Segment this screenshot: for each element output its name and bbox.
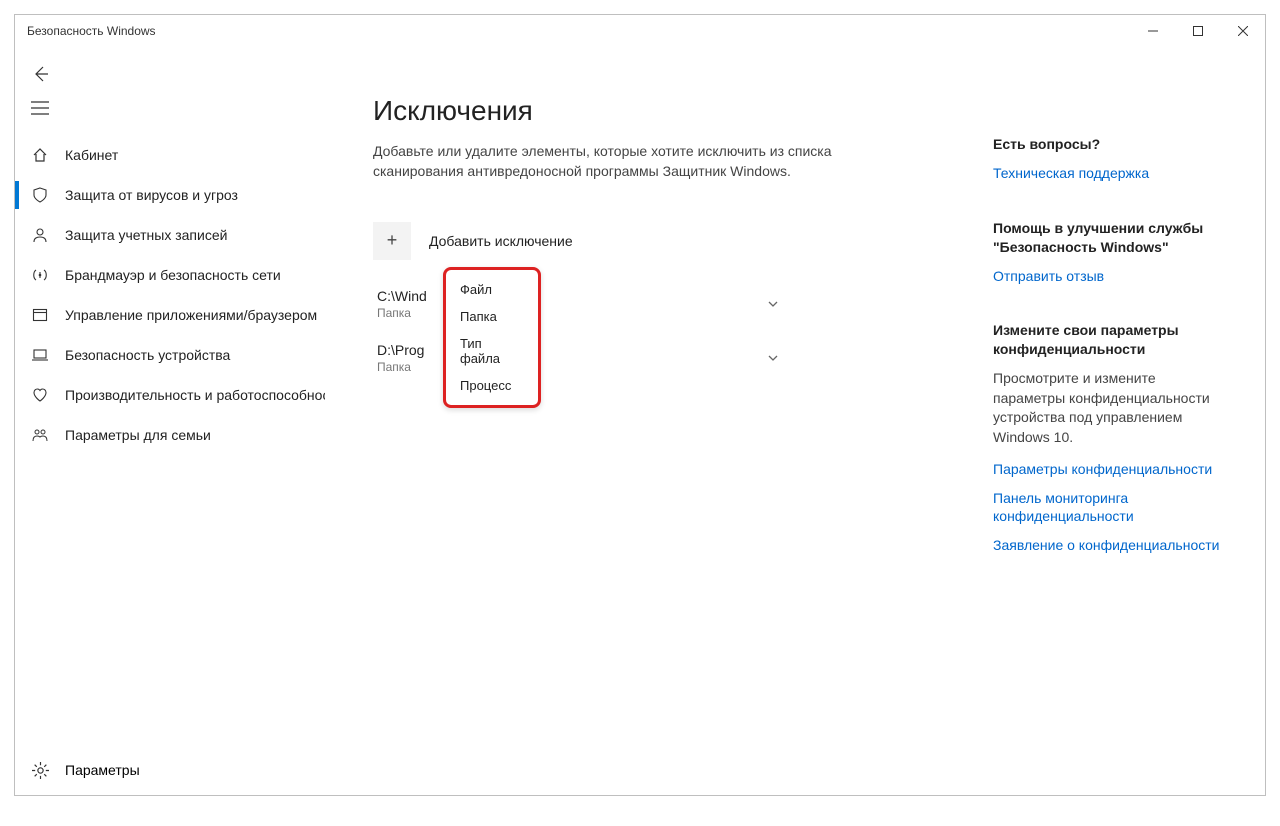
chevron-down-icon bbox=[767, 298, 779, 310]
content: Исключения Добавьте или удалите элементы… bbox=[373, 47, 933, 795]
sidebar-item-label: Брандмауэр и безопасность сети bbox=[65, 267, 281, 283]
minimize-button[interactable] bbox=[1130, 16, 1175, 46]
maximize-button[interactable] bbox=[1175, 16, 1220, 46]
privacy-dashboard-link[interactable]: Панель мониторинга конфиденциальности bbox=[993, 489, 1223, 527]
chevron-down-icon bbox=[767, 352, 779, 364]
exclusion-item[interactable]: C:\Wind Папка bbox=[373, 280, 783, 334]
feedback-link[interactable]: Отправить отзыв bbox=[993, 267, 1223, 286]
privacy-section: Измените свои параметры конфиденциальнос… bbox=[993, 321, 1223, 555]
add-exclusion-dropdown: Файл Папка Тип файла Процесс bbox=[443, 267, 541, 408]
dropdown-item-folder[interactable]: Папка bbox=[446, 303, 538, 330]
family-icon bbox=[31, 426, 49, 444]
sidebar-settings[interactable]: Параметры bbox=[15, 745, 353, 795]
privacy-settings-link[interactable]: Параметры конфиденциальности bbox=[993, 460, 1223, 479]
sidebar-item-label: Кабинет bbox=[65, 147, 118, 163]
exclusion-name: C:\Wind bbox=[377, 288, 427, 304]
privacy-text: Просмотрите и измените параметры конфиде… bbox=[993, 369, 1223, 447]
shield-icon bbox=[31, 186, 49, 204]
dropdown-item-file[interactable]: Файл bbox=[446, 276, 538, 303]
feedback-heading: Помощь в улучшении службы "Безопасность … bbox=[993, 219, 1223, 257]
heart-icon bbox=[31, 386, 49, 404]
titlebar: Безопасность Windows bbox=[15, 15, 1265, 47]
sidebar-item-performance[interactable]: Производительность и работоспособность у… bbox=[15, 375, 353, 415]
window-title: Безопасность Windows bbox=[27, 24, 156, 38]
sidebar-list: Кабинет Защита от вирусов и угроз Защита… bbox=[15, 135, 353, 745]
questions-heading: Есть вопросы? bbox=[993, 135, 1223, 154]
sidebar-item-device-security[interactable]: Безопасность устройства bbox=[15, 335, 353, 375]
sidebar-item-label: Производительность и работоспособность у… bbox=[65, 387, 325, 403]
sidebar-item-app-browser[interactable]: Управление приложениями/браузером bbox=[15, 295, 353, 335]
dropdown-item-filetype[interactable]: Тип файла bbox=[446, 330, 538, 372]
network-icon bbox=[31, 266, 49, 284]
back-button[interactable] bbox=[31, 57, 71, 91]
plus-icon: + bbox=[373, 222, 411, 260]
hamburger-button[interactable] bbox=[31, 91, 71, 125]
exclusion-name: D:\Prog bbox=[377, 342, 424, 358]
home-icon bbox=[31, 146, 49, 164]
add-exclusion-button[interactable]: + Добавить исключение bbox=[373, 222, 933, 260]
feedback-section: Помощь в улучшении службы "Безопасность … bbox=[993, 219, 1223, 286]
gear-icon bbox=[31, 761, 49, 779]
sidebar-item-label: Параметры для семьи bbox=[65, 427, 211, 443]
body: Кабинет Защита от вирусов и угроз Защита… bbox=[15, 47, 1265, 795]
sidebar-item-virus-protection[interactable]: Защита от вирусов и угроз bbox=[15, 175, 353, 215]
close-button[interactable] bbox=[1220, 16, 1265, 46]
page-description: Добавьте или удалите элементы, которые х… bbox=[373, 141, 853, 182]
app-icon bbox=[31, 306, 49, 324]
dropdown-item-process[interactable]: Процесс bbox=[446, 372, 538, 399]
exclusion-item[interactable]: D:\Prog Папка bbox=[373, 334, 783, 388]
questions-section: Есть вопросы? Техническая поддержка bbox=[993, 135, 1223, 183]
sidebar-item-label: Безопасность устройства bbox=[65, 347, 230, 363]
exclusion-type: Папка bbox=[377, 360, 424, 374]
page-title: Исключения bbox=[373, 95, 933, 127]
privacy-heading: Измените свои параметры конфиденциальнос… bbox=[993, 321, 1223, 359]
sidebar-item-label: Защита от вирусов и угроз bbox=[65, 187, 238, 203]
right-column: Есть вопросы? Техническая поддержка Помо… bbox=[993, 135, 1223, 591]
sidebar-item-label: Управление приложениями/браузером bbox=[65, 307, 317, 323]
support-link[interactable]: Техническая поддержка bbox=[993, 164, 1223, 183]
nav-top bbox=[15, 47, 353, 135]
window-controls bbox=[1130, 16, 1265, 46]
add-exclusion-label: Добавить исключение bbox=[429, 233, 573, 249]
device-icon bbox=[31, 346, 49, 364]
account-icon bbox=[31, 226, 49, 244]
sidebar-item-account-protection[interactable]: Защита учетных записей bbox=[15, 215, 353, 255]
privacy-statement-link[interactable]: Заявление о конфиденциальности bbox=[993, 536, 1223, 555]
sidebar-item-home[interactable]: Кабинет bbox=[15, 135, 353, 175]
sidebar-item-label: Защита учетных записей bbox=[65, 227, 227, 243]
exclusion-type: Папка bbox=[377, 306, 427, 320]
settings-label: Параметры bbox=[65, 762, 140, 778]
sidebar-item-firewall[interactable]: Брандмауэр и безопасность сети bbox=[15, 255, 353, 295]
sidebar-item-family[interactable]: Параметры для семьи bbox=[15, 415, 353, 455]
app-window: Безопасность Windows bbox=[14, 14, 1266, 796]
sidebar: Кабинет Защита от вирусов и угроз Защита… bbox=[15, 47, 353, 795]
